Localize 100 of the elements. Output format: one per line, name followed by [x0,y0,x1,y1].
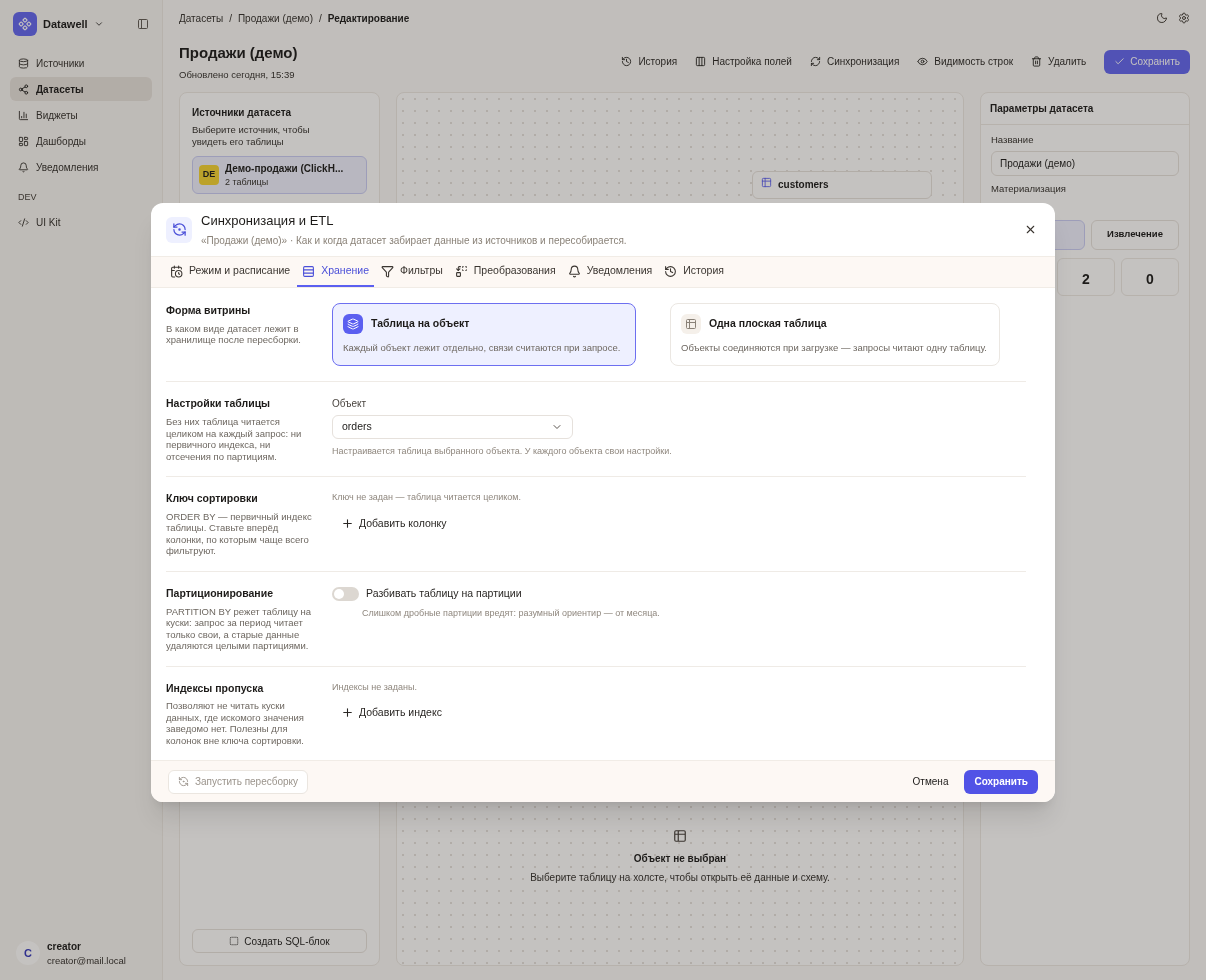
section-title: Партиционирование [166,585,274,601]
empty-title: Объект не выбран [633,852,727,866]
tab[interactable]: Преобразования [449,257,561,287]
field-label: Материализация [991,182,1067,196]
toolbar-button[interactable]: История [621,54,678,70]
name-field[interactable]: Продажи (демо) [991,151,1179,176]
history-icon [664,264,678,278]
layers-icon [343,314,363,334]
empty-text: Выберите таблицу на холсте, чтобы открыть её данные и схему. [530,871,830,885]
cancel-button[interactable]: Отмена [912,774,949,790]
calendar-icon [170,264,183,278]
table-icon [761,176,772,188]
toolbar-button[interactable]: Синхронизация [809,54,900,70]
object-select[interactable]: orders [332,415,573,440]
history-icon [621,56,633,68]
share-icon [18,83,29,95]
section-description: PARTITION BY режет таблицу на куски: запрос за период читает только свои, а старые данные удаляются целыми партициями. [166,605,313,652]
section-description: Без них таблица читается целиком на каждый запрос: ни первичного индекса, ни отсечения по партициям. [166,416,303,462]
field-label: Объект [332,397,367,412]
hint-text: Настраивается таблица выбранного объекта. У каждого объекта свои настройки. [332,445,672,459]
dialog-title: Синхронизация и ETL [201,211,335,230]
section-description: ORDER BY — первичный индекс таблицы. Ставьте вперёд колонки, по которым чаще всего фильтруют. [166,510,313,557]
section-title: Ключ сортировки [166,491,259,506]
settings-icon[interactable] [1178,12,1190,24]
empty-text: Ключ не задан — таблица читается целиком. [332,491,521,504]
stat-value: 0 [1121,258,1179,297]
dialog-subtitle: «Продажи (демо)» · Как и когда датасет забирает данные из источников и пересобирается. [201,234,628,249]
dashboard-icon [18,135,29,147]
plus-icon [341,516,354,530]
rows-icon [302,264,316,278]
breadcrumb-separator: / [318,11,322,26]
tab[interactable]: Режим и расписание [165,257,296,287]
section-title: Индексы пропуска [166,680,265,696]
page-subtitle: Обновлено сегодня, 15:39 [179,67,296,82]
node-title: customers [778,177,829,192]
panel-icon[interactable] [137,18,149,30]
database-icon [18,57,29,69]
refresh-icon [809,56,821,68]
trash-icon [1031,56,1043,68]
toolbar-button[interactable]: Удалить [1031,54,1087,70]
chevron-icon [93,19,104,29]
nav-item[interactable]: Дашборды [10,129,152,153]
nav-item[interactable]: Виджеты [10,103,152,127]
source-name: Демо-продажи (ClickH... [225,161,344,176]
breadcrumb-link[interactable]: Датасеты [179,10,224,26]
option-card[interactable]: Таблица на объект Каждый объект лежит отдельно, связи считаются при запросе. [332,303,636,367]
toolbar-button[interactable]: Настройка полей [695,54,792,70]
breadcrumb-link[interactable]: Продажи (демо) [237,10,313,26]
section-description: Позволяют не читать куски данных, где искомого значения заведомо нет. Полезны для колонок вне ключа сортировки. [166,700,305,747]
stat-value: 2 [1057,258,1115,297]
toolbar-button[interactable]: Видимость строк [917,54,1014,70]
columns-icon [695,56,707,68]
replace-icon [454,264,468,278]
toggle-label: Разбивать таблицу на партиции [366,585,522,601]
panel-title: Параметры датасета [981,92,1189,125]
chart-icon [18,109,29,121]
bell-icon [18,161,29,173]
option-card[interactable]: Извлечение [1091,220,1179,251]
nav-item[interactable]: Уведомления [10,155,152,179]
tab[interactable]: Фильтры [376,257,448,287]
bell-icon [567,264,581,278]
plus-icon [341,706,354,720]
logo-icon [13,12,37,36]
breadcrumb-separator: / [229,11,232,26]
sql-button[interactable]: Создать SQL-блок [192,929,367,953]
table-icon [681,314,701,334]
add-button[interactable]: Добавить индекс [332,703,451,723]
tab[interactable]: Хранение [297,257,374,287]
section-title: Настройки таблицы [166,396,272,412]
field-label: Название [991,132,1035,147]
tab[interactable]: Уведомления [562,257,658,287]
filter-icon [381,264,394,278]
source-meta: 2 таблицы [225,175,270,189]
breadcrumb-current: Редактирование [327,11,410,26]
eye-icon [917,56,929,68]
tab[interactable]: История [659,257,729,287]
code-icon [18,217,29,228]
sync-icon [166,216,192,243]
section-title: Форма витрины [166,303,252,318]
panel-title: Источники датасета [192,105,293,120]
empty-text: Индексы не заданы. [332,680,417,694]
square-icon [229,936,240,946]
nav-item[interactable]: UI Kit [10,210,152,235]
section-description: В каком виде датасет лежит в хранилище после пересборки. [166,322,302,346]
table-icon [673,829,687,843]
moon-icon[interactable] [1156,12,1168,24]
user-email: creator@mail.local [47,953,126,968]
nav-item[interactable]: Датасеты [10,77,152,101]
user-name: creator [47,939,82,954]
brand-name[interactable]: Datawell [43,15,88,33]
table-node[interactable]: customers [752,170,932,199]
nav-item[interactable]: Источники [10,51,152,75]
toggle-switch[interactable] [332,586,359,601]
panel-hint: Выберите источник, чтобы увидеть его таблицы [192,123,311,148]
hint-text: Слишком дробные партиции вредят: разумный ориентир — от месяца. [362,606,660,620]
add-button[interactable]: Добавить колонку [332,513,456,534]
option-card[interactable]: Одна плоская таблица Объекты соединяются при загрузке — запросы читают одну таблицу. [670,303,1000,367]
save-button[interactable]: Сохранить [1104,49,1190,74]
section-label: DEV [17,191,38,204]
save-button[interactable]: Сохранить [964,769,1038,794]
